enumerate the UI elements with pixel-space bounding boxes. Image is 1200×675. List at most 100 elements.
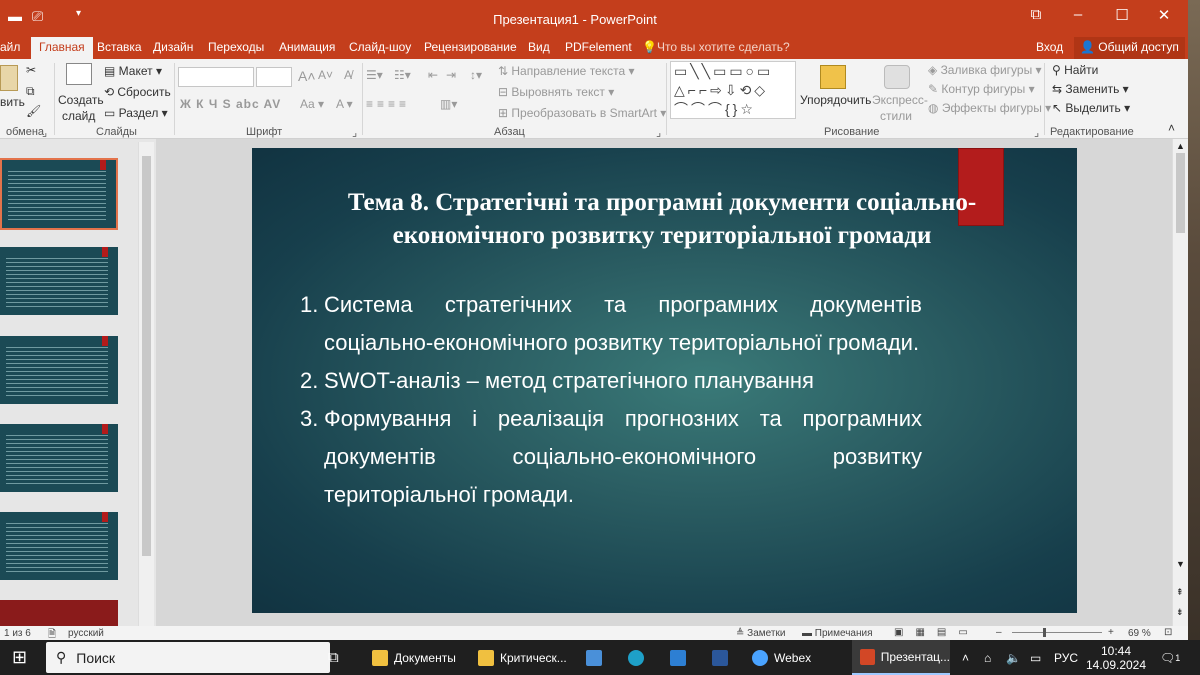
paste-label[interactable]: вить bbox=[0, 95, 25, 109]
search-box[interactable]: ⚲ Поиск bbox=[46, 642, 330, 673]
zoom-level[interactable]: 69 % bbox=[1128, 628, 1151, 639]
alignment-icons[interactable]: ≡≡≡≡ bbox=[366, 97, 410, 111]
slide-thumbnail-5[interactable] bbox=[0, 512, 118, 580]
taskbar-app-documents[interactable]: Документы bbox=[372, 640, 456, 675]
shapes-gallery[interactable]: ▭╲╲▭▭○▭ △⌐⌐⇨⇩⟲◇ ⌒⌒⌒{}☆ bbox=[670, 61, 796, 119]
new-slide-label-2[interactable]: слайд bbox=[62, 109, 95, 123]
decrease-indent-icon[interactable]: ⇤ bbox=[428, 68, 438, 82]
zoom-slider-thumb[interactable] bbox=[1043, 628, 1046, 637]
slide-thumbnail-3[interactable] bbox=[0, 336, 118, 404]
clear-formatting-icon[interactable]: A̸ bbox=[344, 68, 352, 82]
slide[interactable]: Тема 8. Стратегічні та програмні докумен… bbox=[252, 148, 1077, 613]
text-direction-button[interactable]: ⇅ Направление текста ▾ bbox=[498, 64, 635, 78]
new-slide-icon[interactable] bbox=[66, 63, 92, 85]
font-size-combo[interactable] bbox=[256, 67, 292, 87]
slide-content-list[interactable]: 1. Система стратегічних та програмних док… bbox=[300, 286, 922, 514]
network-icon[interactable]: ⌂ bbox=[984, 640, 991, 675]
smartart-button[interactable]: ⊞ Преобразовать в SmartArt ▾ bbox=[498, 106, 666, 120]
font-style-buttons[interactable]: Ж К Ч S abc AV bbox=[180, 97, 281, 111]
arrange-label[interactable]: Упорядочить bbox=[800, 93, 871, 107]
mail-icon[interactable] bbox=[670, 640, 686, 675]
section-button[interactable]: ▭ Раздел ▾ bbox=[104, 106, 168, 120]
font-color-icon[interactable]: A ▾ bbox=[336, 97, 353, 111]
tab-view[interactable]: Вид bbox=[528, 40, 550, 54]
scroll-thumb[interactable] bbox=[142, 156, 151, 556]
quick-styles-label-2[interactable]: стили bbox=[880, 109, 912, 123]
prev-slide-icon[interactable]: ⇞ bbox=[1176, 587, 1184, 598]
find-button[interactable]: ⚲ Найти bbox=[1052, 63, 1098, 77]
taskbar-app-powerpoint[interactable]: Презентац... bbox=[852, 640, 950, 675]
cut-icon[interactable]: ✂ bbox=[26, 63, 36, 77]
shrink-font-icon[interactable]: A˅ bbox=[318, 68, 333, 82]
increase-indent-icon[interactable]: ⇥ bbox=[446, 68, 456, 82]
notification-button[interactable]: 🗨 1 bbox=[1160, 640, 1180, 675]
tab-animation[interactable]: Анимация bbox=[279, 40, 335, 54]
scroll-thumb[interactable] bbox=[1176, 153, 1185, 233]
notes-button[interactable]: ≜ Заметки bbox=[736, 628, 785, 639]
scroll-down-icon[interactable]: ▼ bbox=[1176, 559, 1185, 569]
close-button[interactable]: ✕ bbox=[1144, 6, 1184, 30]
quick-styles-icon[interactable] bbox=[884, 65, 910, 89]
tell-me-box[interactable]: Что вы хотите сделать? bbox=[657, 40, 790, 54]
dialog-launcher-icon[interactable]: ⌟ bbox=[42, 126, 47, 139]
quick-styles-label[interactable]: Экспресс- bbox=[872, 93, 928, 107]
copy-icon[interactable]: ⧉ bbox=[26, 84, 35, 99]
numbering-icon[interactable]: ☷▾ bbox=[394, 68, 411, 82]
collapse-ribbon-icon[interactable]: ˄ bbox=[1168, 121, 1175, 135]
font-name-combo[interactable] bbox=[178, 67, 254, 87]
canvas-scrollbar[interactable]: ▲ ▼ ⇞ ⇟ bbox=[1172, 139, 1188, 626]
zoom-slider[interactable] bbox=[1012, 632, 1102, 633]
ribbon-display-icon[interactable]: ⧉ bbox=[1016, 6, 1056, 30]
new-slide-label[interactable]: Создать bbox=[58, 93, 104, 107]
share-button[interactable]: 👤 Общий доступ bbox=[1074, 37, 1185, 59]
tab-home[interactable]: Главная bbox=[31, 37, 93, 59]
zoom-out-icon[interactable]: – bbox=[996, 627, 1002, 638]
view-buttons[interactable]: ▣▦▤▭ bbox=[894, 627, 980, 638]
zoom-in-icon[interactable]: + bbox=[1108, 627, 1114, 638]
line-spacing-icon[interactable]: ↕▾ bbox=[470, 68, 482, 82]
tab-slideshow[interactable]: Слайд-шоу bbox=[349, 40, 411, 54]
grow-font-icon[interactable]: A˄ bbox=[298, 68, 316, 84]
language-status[interactable]: русский bbox=[68, 628, 104, 639]
slide-thumbnail-6[interactable] bbox=[0, 600, 118, 626]
slide-thumbnail-2[interactable] bbox=[0, 247, 118, 315]
tab-pdfelement[interactable]: PDFelement bbox=[565, 40, 632, 54]
tab-file[interactable]: айл bbox=[0, 40, 20, 54]
edge-icon[interactable] bbox=[628, 640, 644, 675]
word-icon[interactable] bbox=[712, 640, 728, 675]
shape-outline-button[interactable]: ✎ Контур фигуры ▾ bbox=[928, 82, 1035, 96]
maximize-button[interactable]: ☐ bbox=[1102, 6, 1142, 30]
select-button[interactable]: ↖ Выделить ▾ bbox=[1052, 101, 1130, 115]
scroll-up-icon[interactable]: ▲ bbox=[1176, 141, 1185, 151]
sign-in-link[interactable]: Вход bbox=[1036, 40, 1063, 54]
dialog-launcher-icon[interactable]: ⌟ bbox=[352, 126, 357, 139]
thumbnails-scrollbar[interactable] bbox=[138, 142, 154, 626]
shape-fill-button[interactable]: ◈ Заливка фигуры ▾ bbox=[928, 63, 1042, 77]
task-view-icon[interactable]: ⧉ bbox=[328, 640, 339, 675]
fit-slide-icon[interactable]: ⊡ bbox=[1164, 627, 1172, 638]
tab-transitions[interactable]: Переходы bbox=[208, 40, 264, 54]
format-painter-icon[interactable]: 🖌 bbox=[26, 104, 41, 118]
dialog-launcher-icon[interactable]: ⌟ bbox=[1034, 126, 1039, 139]
next-slide-icon[interactable]: ⇟ bbox=[1176, 607, 1184, 618]
paste-icon[interactable] bbox=[0, 65, 18, 91]
taskbar-app-webex[interactable]: Webex bbox=[752, 640, 811, 675]
battery-icon[interactable]: ▭ bbox=[1030, 640, 1041, 675]
arrange-icon[interactable] bbox=[820, 65, 846, 89]
volume-icon[interactable]: 🔈 bbox=[1006, 640, 1021, 675]
align-text-button[interactable]: ⊟ Выровнять текст ▾ bbox=[498, 85, 614, 99]
layout-button[interactable]: ▤ Макет ▾ bbox=[104, 64, 162, 78]
columns-icon[interactable]: ▥▾ bbox=[440, 97, 457, 111]
store-icon[interactable] bbox=[586, 640, 602, 675]
replace-button[interactable]: ⇆ Заменить ▾ bbox=[1052, 82, 1129, 96]
tab-review[interactable]: Рецензирование bbox=[424, 40, 517, 54]
clock[interactable]: 10:44 14.09.2024 bbox=[1086, 640, 1146, 675]
reset-button[interactable]: ⟲ Сбросить bbox=[104, 85, 171, 99]
windows-start-icon[interactable]: ⊞ bbox=[12, 640, 27, 675]
slide-thumbnail-1[interactable] bbox=[0, 158, 118, 230]
dialog-launcher-icon[interactable]: ⌟ bbox=[656, 126, 661, 139]
slide-title[interactable]: Тема 8. Стратегічні та програмні докумен… bbox=[292, 186, 1032, 252]
minimize-button[interactable]: – bbox=[1058, 6, 1098, 30]
taskbar-app-critical[interactable]: Критическ... bbox=[478, 640, 567, 675]
slide-thumbnail-4[interactable] bbox=[0, 424, 118, 492]
